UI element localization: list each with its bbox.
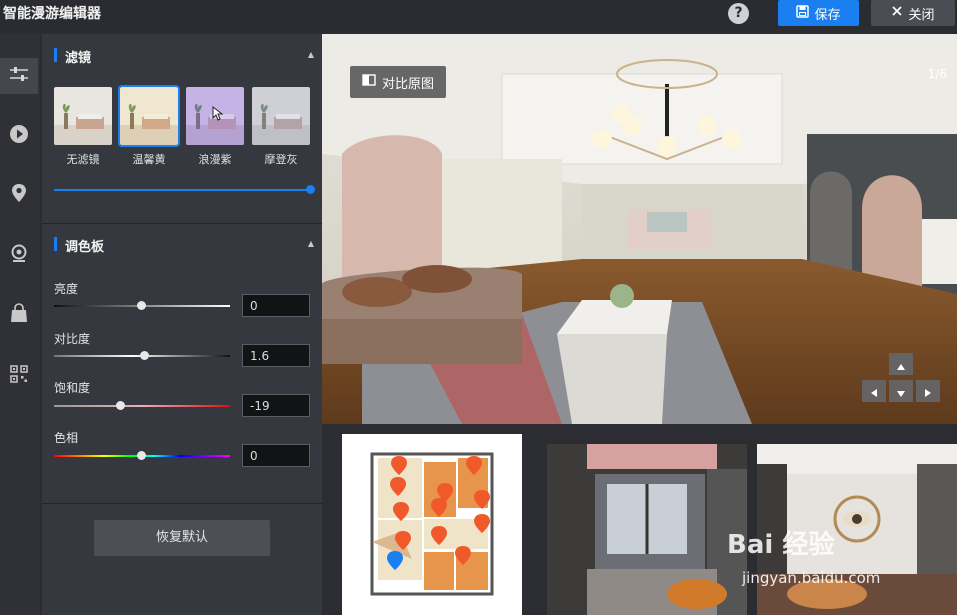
baidu-watermark: Bai 经验 — [727, 530, 835, 560]
save-icon — [796, 4, 810, 22]
floor-plan-map — [342, 434, 522, 615]
arrow-left-icon — [871, 382, 877, 401]
filter-intensity-handle[interactable] — [306, 185, 315, 194]
compare-original-button[interactable]: 对比原图 — [350, 66, 446, 98]
hue-label: 色相 — [54, 431, 79, 445]
brightness-value-input[interactable]: 0 — [242, 294, 310, 317]
close-icon — [891, 5, 903, 21]
room-thumbnail — [120, 87, 178, 145]
rail-item-adjust[interactable] — [0, 58, 38, 94]
filter-option-romantic-purple[interactable] — [186, 87, 244, 145]
collapse-caret-icon[interactable]: ▲ — [308, 50, 314, 59]
settings-panel: 滤镜 ▲ 无滤镜 温馨黄 浪漫紫 摩登灰 调色板 ▲ 亮度 0 对比度 1.6 … — [42, 34, 322, 615]
palette-section-header[interactable]: 调色板 ▲ — [54, 235, 314, 255]
scene-page-counter: 1/6 — [927, 67, 947, 81]
arrow-up-icon — [897, 355, 905, 374]
rail-item-bag[interactable] — [0, 297, 38, 333]
filter-option-warm-yellow[interactable] — [118, 85, 180, 147]
filter-option-none[interactable] — [54, 87, 112, 145]
filter-section-header[interactable]: 滤镜 ▲ — [54, 46, 314, 66]
brightness-handle[interactable] — [137, 301, 146, 310]
app-title: 智能漫游编辑器 — [3, 6, 101, 22]
top-bar: 智能漫游编辑器 ? 保存 关闭 — [0, 0, 957, 27]
rail-item-location[interactable] — [0, 177, 38, 213]
watermark-url: jingyan.baidu.com — [742, 569, 881, 587]
filter-label-warm-yellow: 温馨黄 — [132, 153, 166, 166]
adjust-icon — [9, 66, 29, 86]
hue-value-input[interactable]: 0 — [242, 444, 310, 467]
close-button[interactable]: 关闭 — [871, 0, 955, 26]
location-pin-icon — [11, 183, 27, 207]
rail-item-play[interactable] — [0, 118, 38, 154]
close-label: 关闭 — [908, 7, 935, 23]
arrow-right-icon — [925, 382, 931, 401]
hue-handle[interactable] — [137, 451, 146, 460]
panorama-viewer[interactable]: 对比原图 1/6 — [322, 34, 957, 424]
arrow-down-icon — [897, 382, 905, 401]
filter-option-modern-gray[interactable] — [252, 87, 310, 145]
filter-label-romantic-purple: 浪漫紫 — [198, 153, 232, 166]
saturation-slider[interactable] — [54, 405, 230, 407]
nav-down-button[interactable] — [889, 380, 913, 402]
room-thumbnail — [186, 87, 244, 145]
nav-left-button[interactable] — [862, 380, 886, 402]
nav-up-button[interactable] — [889, 353, 913, 375]
compare-label: 对比原图 — [381, 76, 434, 92]
filter-label-none: 无滤镜 — [66, 153, 100, 166]
scene-strip: Bai 经验 jingyan.baidu.com — [322, 424, 957, 615]
room-thumbnail — [54, 87, 112, 145]
filter-label-modern-gray: 摩登灰 — [264, 153, 298, 166]
collapse-caret-icon[interactable]: ▲ — [308, 239, 314, 248]
contrast-label: 对比度 — [54, 332, 91, 346]
save-button[interactable]: 保存 — [778, 0, 859, 26]
bag-icon — [10, 303, 28, 327]
saturation-handle[interactable] — [116, 401, 125, 410]
app-window: 智能漫游编辑器 ? 保存 关闭 滤镜 ▲ 无滤镜 温馨黄 浪漫紫 摩登灰 调色板… — [0, 0, 957, 615]
hotspot-icon — [9, 244, 29, 268]
contrast-handle[interactable] — [140, 351, 149, 360]
play-icon — [9, 124, 29, 148]
rail-item-hotspot[interactable] — [0, 238, 38, 274]
compare-icon — [362, 74, 376, 90]
help-button[interactable]: ? — [728, 3, 749, 24]
tool-rail — [0, 34, 40, 615]
rail-item-qrcode[interactable] — [0, 358, 38, 394]
floor-plan-thumbnail[interactable] — [342, 434, 522, 615]
filter-section-title: 滤镜 — [65, 51, 92, 66]
room-thumbnail-bedroom[interactable] — [547, 444, 747, 615]
saturation-value-input[interactable]: -19 — [242, 394, 310, 417]
brightness-label: 亮度 — [54, 282, 79, 296]
contrast-value-input[interactable]: 1.6 — [242, 344, 310, 367]
qrcode-icon — [10, 365, 28, 387]
filter-intensity-slider[interactable] — [54, 189, 310, 191]
palette-section-title: 调色板 — [65, 240, 105, 255]
saturation-label: 饱和度 — [54, 381, 91, 395]
room-thumbnail — [252, 87, 310, 145]
nav-right-button[interactable] — [916, 380, 940, 402]
save-label: 保存 — [814, 7, 841, 23]
reset-default-button[interactable]: 恢复默认 — [94, 520, 270, 556]
